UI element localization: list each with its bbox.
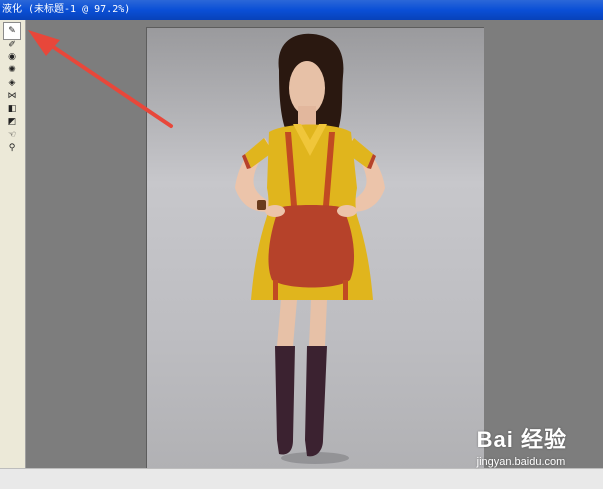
baidu-jingyan-watermark: Bai 经验 jingyan.baidu.com	[477, 422, 567, 468]
annotation-arrow	[28, 30, 173, 128]
status-bar	[0, 468, 603, 489]
watermark-logo-text: Bai 经验	[476, 427, 567, 452]
watermark-url: jingyan.baidu.com	[476, 456, 566, 468]
